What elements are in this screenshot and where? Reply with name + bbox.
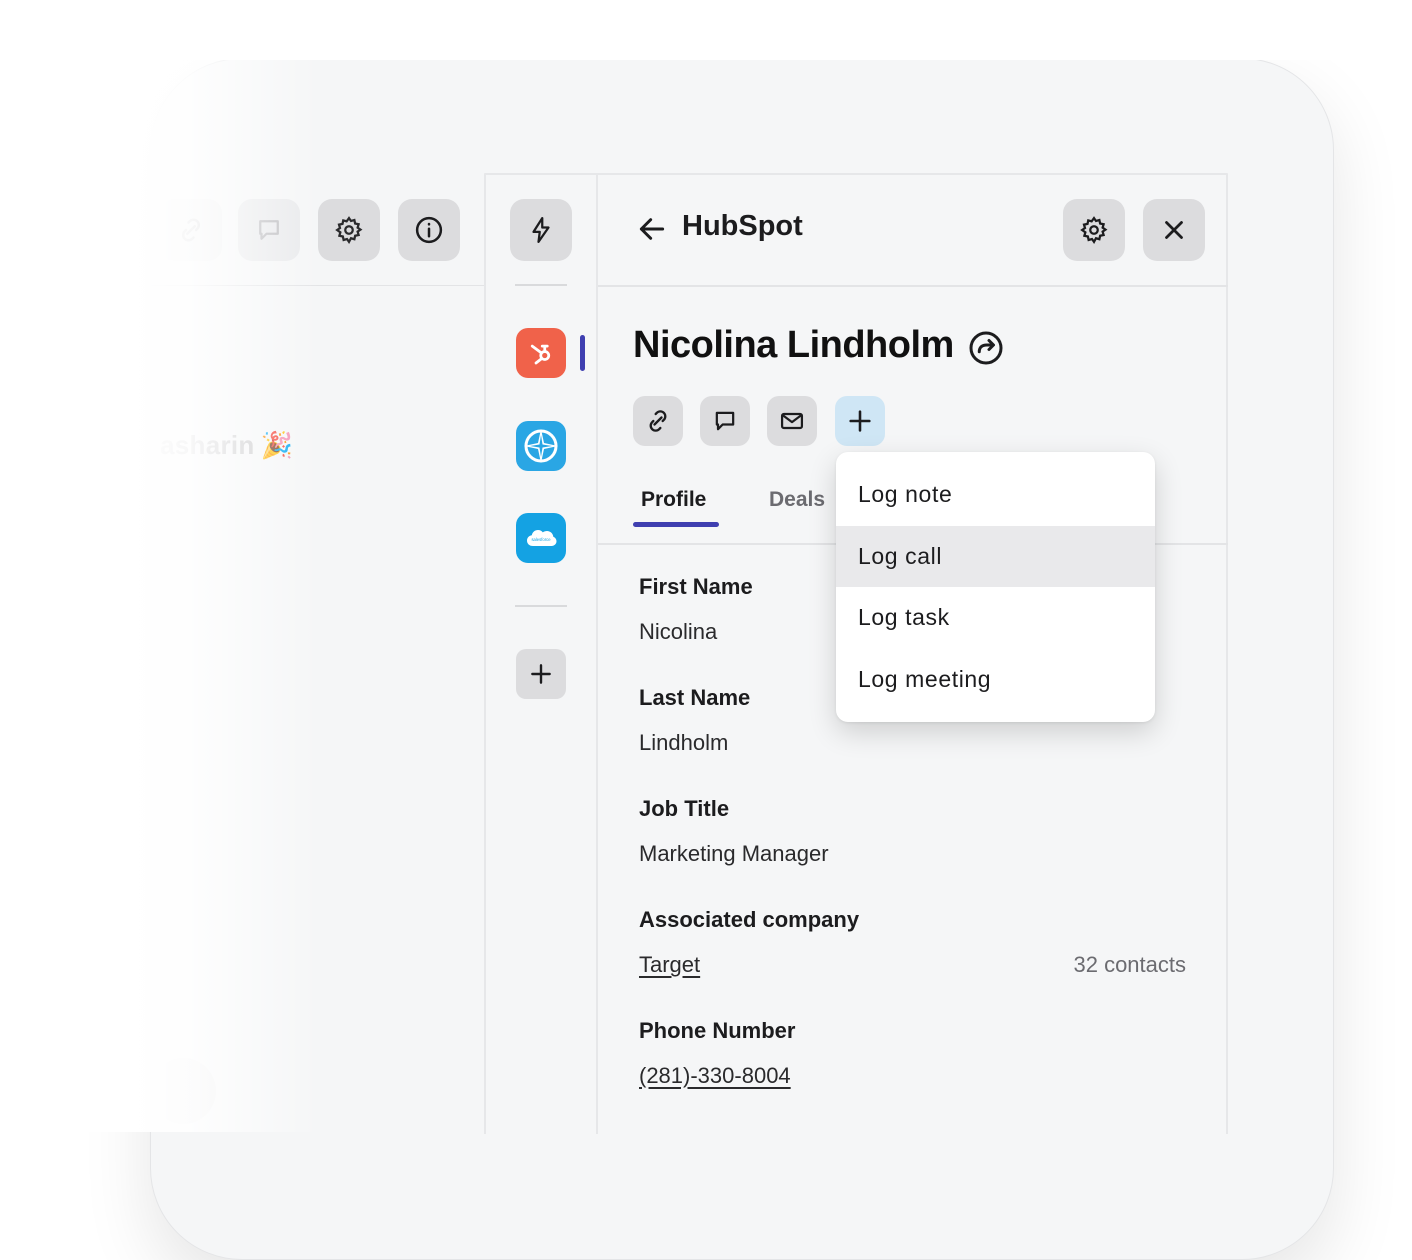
salesforce-app-button[interactable]: salesforce <box>516 513 566 563</box>
active-app-indicator <box>580 335 585 371</box>
company-contacts-count: 32 contacts <box>1073 952 1186 977</box>
plus-icon <box>849 410 871 432</box>
integrations-button[interactable] <box>510 199 572 261</box>
panel-title: HubSpot <box>682 210 803 242</box>
field-value-last-name: Lindholm <box>639 730 729 755</box>
menu-item-log-call[interactable]: Log call <box>836 525 1155 587</box>
faded-name-label: asharin <box>160 430 255 460</box>
compass-icon <box>524 429 558 463</box>
attach-icon-button[interactable] <box>160 199 222 261</box>
salesforce-icon: salesforce <box>527 530 557 546</box>
tab-profile[interactable]: Profile <box>641 488 706 512</box>
gear-icon <box>335 216 363 245</box>
rail-separator <box>515 605 567 607</box>
confetti-emoji: 🎉 <box>260 430 294 460</box>
mail-icon <box>780 412 804 430</box>
tab-deals[interactable]: Deals <box>769 488 825 512</box>
info-button[interactable] <box>398 199 460 261</box>
add-app-button[interactable] <box>516 649 566 699</box>
contact-name: Nicolina Lindholm <box>633 324 954 366</box>
link-icon <box>181 218 201 242</box>
field-label-last-name: Last Name <box>639 685 751 710</box>
settings-button[interactable] <box>318 199 380 261</box>
plus-icon <box>531 664 551 684</box>
header-divider <box>598 285 1228 287</box>
message-action-button[interactable] <box>700 396 750 446</box>
phone-link[interactable]: (281)-330-8004 <box>639 1063 791 1089</box>
panel-settings-button[interactable] <box>1063 199 1125 261</box>
email-action-button[interactable] <box>767 396 817 446</box>
field-label-job-title: Job Title <box>639 796 730 821</box>
call-action-button[interactable] <box>633 396 683 446</box>
field-label-first-name: First Name <box>639 574 753 599</box>
divider-left <box>484 174 486 1134</box>
comment-icon <box>259 220 279 240</box>
comment-button[interactable] <box>238 199 300 261</box>
info-icon <box>415 216 443 244</box>
hubspot-app-button[interactable] <box>516 328 566 378</box>
comment-icon <box>715 411 735 431</box>
field-label-phone: Phone Number <box>639 1018 796 1043</box>
lightning-icon <box>532 217 550 243</box>
close-panel-button[interactable] <box>1143 199 1205 261</box>
back-arrow-icon[interactable] <box>636 213 668 245</box>
open-external-icon[interactable] <box>968 330 1004 366</box>
menu-item-log-task[interactable]: Log task <box>836 587 1155 649</box>
rail-separator <box>515 284 567 286</box>
divider-rail <box>596 174 598 1134</box>
add-activity-button[interactable] <box>835 396 885 446</box>
hubspot-icon <box>530 344 551 365</box>
close-icon <box>1165 221 1183 239</box>
add-activity-menu: Log note Log call Log task Log meeting <box>836 452 1155 722</box>
ghost-avatar <box>150 1058 216 1124</box>
company-link[interactable]: Target <box>639 952 700 978</box>
menu-item-log-meeting[interactable]: Log meeting <box>836 649 1155 711</box>
gear-icon <box>1080 216 1108 245</box>
link-icon <box>649 410 667 432</box>
divider-right <box>1226 174 1228 1134</box>
compass-app-button[interactable] <box>516 421 566 471</box>
field-value-first-name: Nicolina <box>639 619 718 644</box>
menu-item-log-note[interactable]: Log note <box>836 464 1155 526</box>
faded-chat-text: asharin 🎉 <box>160 430 293 461</box>
left-pane-divider <box>150 285 484 286</box>
field-value-job-title: Marketing Manager <box>639 841 829 866</box>
salesforce-wordmark: salesforce <box>531 537 551 542</box>
field-label-company: Associated company <box>639 907 860 932</box>
active-tab-indicator <box>633 522 719 527</box>
